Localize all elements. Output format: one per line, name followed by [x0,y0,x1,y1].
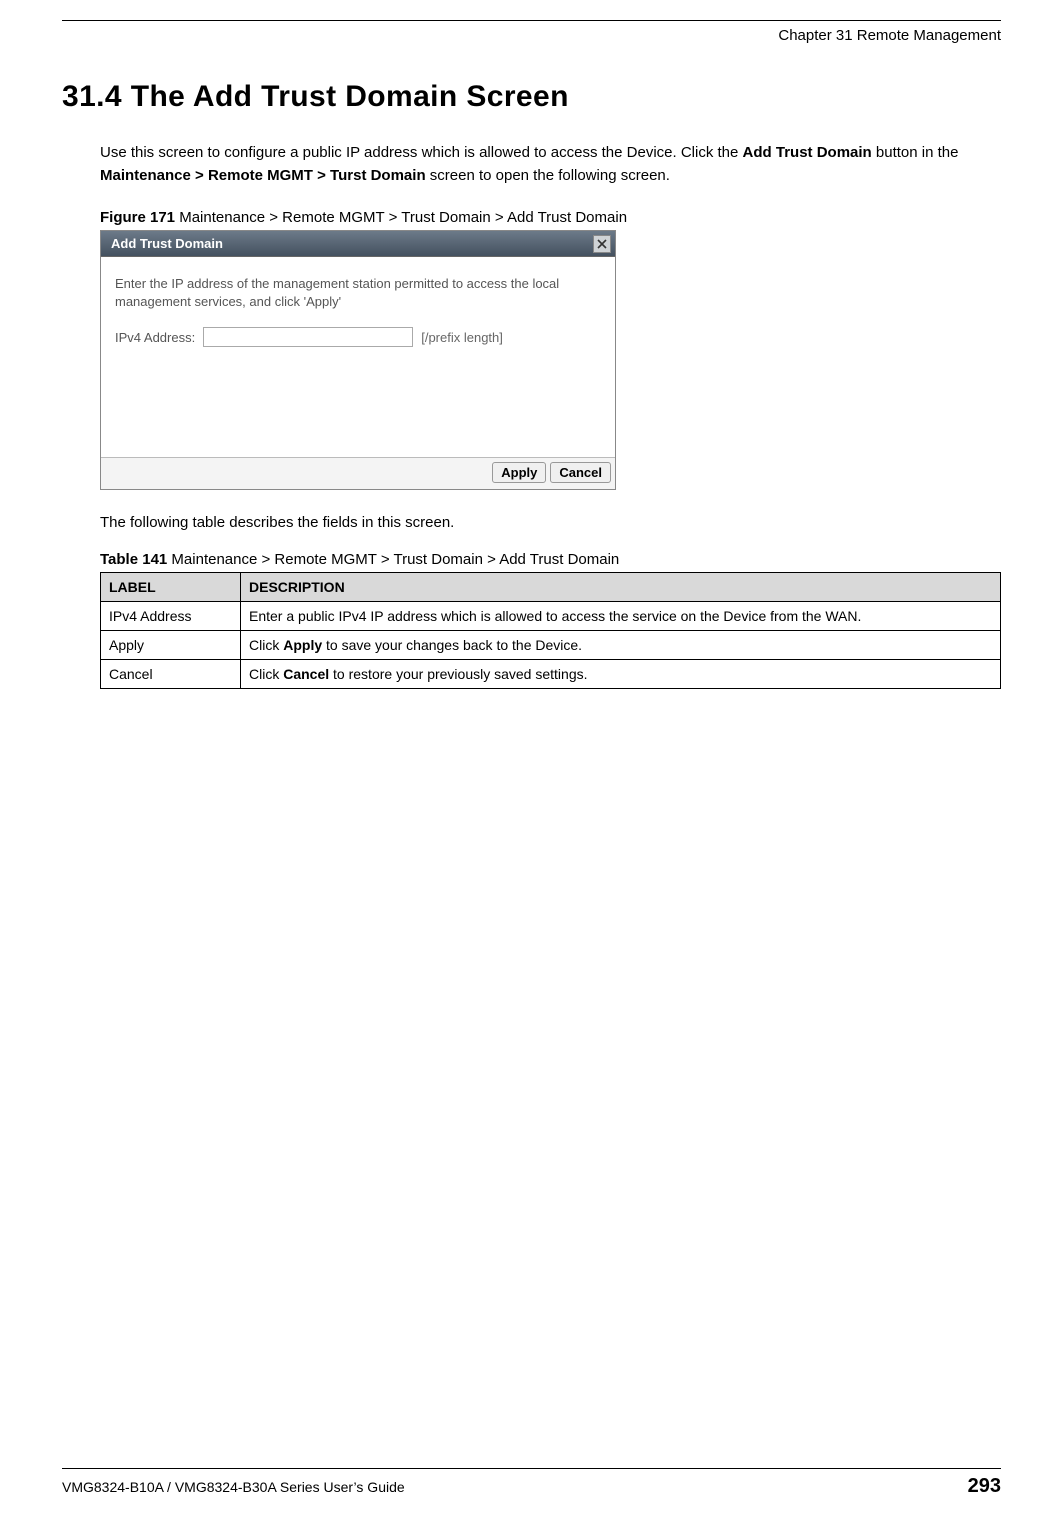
row-label: Cancel [101,660,241,689]
intro-text-3: screen to open the following screen. [426,167,670,184]
figure-caption: Figure 171 Maintenance > Remote MGMT > T… [100,209,1001,226]
ipv4-field-row: IPv4 Address: [/prefix length] [115,327,601,347]
row-desc: Click Cancel to restore your previously … [241,660,1001,689]
section-heading: 31.4 The Add Trust Domain Screen [62,80,1001,114]
row-label: Apply [101,631,241,660]
dialog-buttons: Apply Cancel [101,457,615,489]
ipv4-label: IPv4 Address: [115,330,195,345]
th-label: LABEL [101,573,241,602]
desc-pre: Click [249,637,283,653]
intro-bold-2: Maintenance > Remote MGMT > Turst Domain [100,167,426,184]
post-figure-paragraph: The following table describes the fields… [100,514,1001,531]
dialog-body: Enter the IP address of the management s… [101,257,615,457]
table-row: IPv4 Address Enter a public IPv4 IP addr… [101,602,1001,631]
close-icon[interactable] [593,235,611,253]
page-footer: VMG8324-B10A / VMG8324-B30A Series User’… [62,1468,1001,1498]
header-rule [62,20,1001,21]
intro-paragraph: Use this screen to configure a public IP… [100,142,1001,187]
row-desc: Click Apply to save your changes back to… [241,631,1001,660]
table-label: Table 141 [100,551,167,568]
figure-label: Figure 171 [100,209,175,226]
ipv4-input[interactable] [203,327,413,347]
ipv4-suffix: [/prefix length] [421,330,503,345]
intro-bold-1: Add Trust Domain [743,144,872,161]
th-description: DESCRIPTION [241,573,1001,602]
table-row: Apply Click Apply to save your changes b… [101,631,1001,660]
description-table: LABEL DESCRIPTION IPv4 Address Enter a p… [100,572,1001,689]
header-chapter: Chapter 31 Remote Management [62,27,1001,44]
apply-button[interactable]: Apply [492,462,546,483]
footer-guide: VMG8324-B10A / VMG8324-B30A Series User’… [62,1479,405,1495]
dialog-title: Add Trust Domain [111,236,223,251]
row-desc: Enter a public IPv4 IP address which is … [241,602,1001,631]
desc-post: to restore your previously saved setting… [329,666,587,682]
table-rest: Maintenance > Remote MGMT > Trust Domain… [167,551,619,568]
page-number: 293 [968,1475,1001,1498]
desc-pre: Click [249,666,283,682]
table-row: Cancel Click Cancel to restore your prev… [101,660,1001,689]
table-caption: Table 141 Maintenance > Remote MGMT > Tr… [100,551,1001,568]
desc-pre: Enter a public IPv4 IP address which is … [249,608,861,624]
cancel-button[interactable]: Cancel [550,462,611,483]
desc-bold: Apply [283,637,322,653]
intro-text-1: Use this screen to configure a public IP… [100,144,743,161]
dialog-instruction: Enter the IP address of the management s… [115,275,601,311]
add-trust-domain-dialog: Add Trust Domain Enter the IP address of… [100,230,616,490]
desc-post: to save your changes back to the Device. [322,637,582,653]
figure-rest: Maintenance > Remote MGMT > Trust Domain… [175,209,627,226]
row-label: IPv4 Address [101,602,241,631]
table-header-row: LABEL DESCRIPTION [101,573,1001,602]
desc-bold: Cancel [283,666,329,682]
intro-text-2: button in the [872,144,959,161]
dialog-titlebar: Add Trust Domain [101,231,615,257]
